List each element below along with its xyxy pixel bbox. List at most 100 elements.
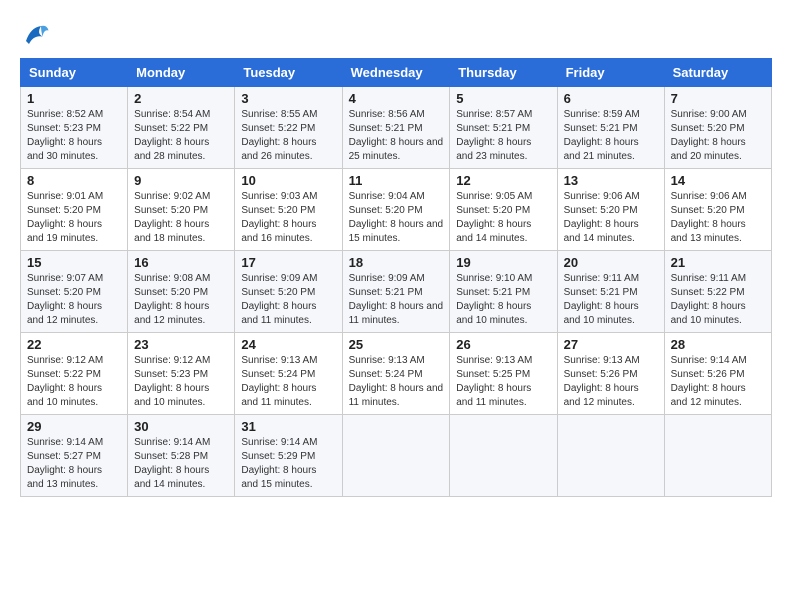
day-number: 18 bbox=[349, 255, 444, 270]
day-number: 8 bbox=[27, 173, 121, 188]
calendar-cell: 6 Sunrise: 8:59 AM Sunset: 5:21 PM Dayli… bbox=[557, 87, 664, 169]
day-info: Sunrise: 8:59 AM Sunset: 5:21 PM Dayligh… bbox=[564, 108, 658, 164]
calendar-cell bbox=[450, 415, 557, 497]
day-number: 31 bbox=[241, 419, 335, 434]
calendar-cell: 14 Sunrise: 9:06 AM Sunset: 5:20 PM Dayl… bbox=[664, 169, 771, 251]
day-number: 9 bbox=[134, 173, 228, 188]
calendar-cell bbox=[664, 415, 771, 497]
day-info: Sunrise: 9:14 AM Sunset: 5:29 PM Dayligh… bbox=[241, 436, 335, 492]
calendar-header-row: SundayMondayTuesdayWednesdayThursdayFrid… bbox=[21, 59, 772, 87]
day-number: 12 bbox=[456, 173, 550, 188]
day-info: Sunrise: 8:56 AM Sunset: 5:21 PM Dayligh… bbox=[349, 108, 444, 164]
day-number: 17 bbox=[241, 255, 335, 270]
calendar-header-wednesday: Wednesday bbox=[342, 59, 450, 87]
day-number: 6 bbox=[564, 91, 658, 106]
day-info: Sunrise: 9:13 AM Sunset: 5:25 PM Dayligh… bbox=[456, 354, 550, 410]
day-number: 14 bbox=[671, 173, 765, 188]
calendar-cell: 4 Sunrise: 8:56 AM Sunset: 5:21 PM Dayli… bbox=[342, 87, 450, 169]
day-info: Sunrise: 9:03 AM Sunset: 5:20 PM Dayligh… bbox=[241, 190, 335, 246]
day-number: 19 bbox=[456, 255, 550, 270]
day-info: Sunrise: 9:04 AM Sunset: 5:20 PM Dayligh… bbox=[349, 190, 444, 246]
day-info: Sunrise: 9:13 AM Sunset: 5:24 PM Dayligh… bbox=[349, 354, 444, 410]
day-number: 2 bbox=[134, 91, 228, 106]
calendar-header-thursday: Thursday bbox=[450, 59, 557, 87]
day-number: 20 bbox=[564, 255, 658, 270]
calendar-cell: 31 Sunrise: 9:14 AM Sunset: 5:29 PM Dayl… bbox=[235, 415, 342, 497]
day-info: Sunrise: 9:08 AM Sunset: 5:20 PM Dayligh… bbox=[134, 272, 228, 328]
calendar-cell: 18 Sunrise: 9:09 AM Sunset: 5:21 PM Dayl… bbox=[342, 251, 450, 333]
calendar-cell: 26 Sunrise: 9:13 AM Sunset: 5:25 PM Dayl… bbox=[450, 333, 557, 415]
calendar-week-row: 22 Sunrise: 9:12 AM Sunset: 5:22 PM Dayl… bbox=[21, 333, 772, 415]
calendar-cell: 29 Sunrise: 9:14 AM Sunset: 5:27 PM Dayl… bbox=[21, 415, 128, 497]
day-info: Sunrise: 9:14 AM Sunset: 5:27 PM Dayligh… bbox=[27, 436, 121, 492]
day-number: 4 bbox=[349, 91, 444, 106]
day-info: Sunrise: 9:12 AM Sunset: 5:23 PM Dayligh… bbox=[134, 354, 228, 410]
calendar-header-tuesday: Tuesday bbox=[235, 59, 342, 87]
day-info: Sunrise: 9:12 AM Sunset: 5:22 PM Dayligh… bbox=[27, 354, 121, 410]
logo bbox=[20, 20, 54, 50]
day-info: Sunrise: 9:02 AM Sunset: 5:20 PM Dayligh… bbox=[134, 190, 228, 246]
calendar-cell: 1 Sunrise: 8:52 AM Sunset: 5:23 PM Dayli… bbox=[21, 87, 128, 169]
calendar-header-sunday: Sunday bbox=[21, 59, 128, 87]
calendar-cell bbox=[342, 415, 450, 497]
day-number: 16 bbox=[134, 255, 228, 270]
calendar-cell: 11 Sunrise: 9:04 AM Sunset: 5:20 PM Dayl… bbox=[342, 169, 450, 251]
day-number: 27 bbox=[564, 337, 658, 352]
calendar-cell: 12 Sunrise: 9:05 AM Sunset: 5:20 PM Dayl… bbox=[450, 169, 557, 251]
day-number: 15 bbox=[27, 255, 121, 270]
calendar-header-friday: Friday bbox=[557, 59, 664, 87]
logo-bird-icon bbox=[20, 20, 50, 50]
day-info: Sunrise: 9:05 AM Sunset: 5:20 PM Dayligh… bbox=[456, 190, 550, 246]
calendar-week-row: 8 Sunrise: 9:01 AM Sunset: 5:20 PM Dayli… bbox=[21, 169, 772, 251]
calendar-cell: 7 Sunrise: 9:00 AM Sunset: 5:20 PM Dayli… bbox=[664, 87, 771, 169]
day-number: 30 bbox=[134, 419, 228, 434]
day-number: 23 bbox=[134, 337, 228, 352]
day-number: 21 bbox=[671, 255, 765, 270]
day-number: 13 bbox=[564, 173, 658, 188]
calendar-header-monday: Monday bbox=[128, 59, 235, 87]
calendar-header-saturday: Saturday bbox=[664, 59, 771, 87]
calendar-cell: 2 Sunrise: 8:54 AM Sunset: 5:22 PM Dayli… bbox=[128, 87, 235, 169]
day-info: Sunrise: 9:13 AM Sunset: 5:26 PM Dayligh… bbox=[564, 354, 658, 410]
day-info: Sunrise: 9:10 AM Sunset: 5:21 PM Dayligh… bbox=[456, 272, 550, 328]
calendar-cell: 22 Sunrise: 9:12 AM Sunset: 5:22 PM Dayl… bbox=[21, 333, 128, 415]
calendar-cell: 13 Sunrise: 9:06 AM Sunset: 5:20 PM Dayl… bbox=[557, 169, 664, 251]
day-info: Sunrise: 9:09 AM Sunset: 5:20 PM Dayligh… bbox=[241, 272, 335, 328]
calendar-cell: 3 Sunrise: 8:55 AM Sunset: 5:22 PM Dayli… bbox=[235, 87, 342, 169]
day-number: 10 bbox=[241, 173, 335, 188]
day-info: Sunrise: 9:07 AM Sunset: 5:20 PM Dayligh… bbox=[27, 272, 121, 328]
day-info: Sunrise: 8:55 AM Sunset: 5:22 PM Dayligh… bbox=[241, 108, 335, 164]
day-number: 11 bbox=[349, 173, 444, 188]
calendar-week-row: 29 Sunrise: 9:14 AM Sunset: 5:27 PM Dayl… bbox=[21, 415, 772, 497]
day-number: 25 bbox=[349, 337, 444, 352]
day-number: 24 bbox=[241, 337, 335, 352]
day-number: 28 bbox=[671, 337, 765, 352]
day-info: Sunrise: 9:00 AM Sunset: 5:20 PM Dayligh… bbox=[671, 108, 765, 164]
day-number: 29 bbox=[27, 419, 121, 434]
day-number: 7 bbox=[671, 91, 765, 106]
day-info: Sunrise: 8:54 AM Sunset: 5:22 PM Dayligh… bbox=[134, 108, 228, 164]
day-number: 5 bbox=[456, 91, 550, 106]
calendar-cell: 17 Sunrise: 9:09 AM Sunset: 5:20 PM Dayl… bbox=[235, 251, 342, 333]
day-info: Sunrise: 9:06 AM Sunset: 5:20 PM Dayligh… bbox=[564, 190, 658, 246]
day-number: 22 bbox=[27, 337, 121, 352]
day-info: Sunrise: 9:13 AM Sunset: 5:24 PM Dayligh… bbox=[241, 354, 335, 410]
calendar-table: SundayMondayTuesdayWednesdayThursdayFrid… bbox=[20, 58, 772, 497]
calendar-cell: 28 Sunrise: 9:14 AM Sunset: 5:26 PM Dayl… bbox=[664, 333, 771, 415]
day-info: Sunrise: 8:52 AM Sunset: 5:23 PM Dayligh… bbox=[27, 108, 121, 164]
calendar-week-row: 1 Sunrise: 8:52 AM Sunset: 5:23 PM Dayli… bbox=[21, 87, 772, 169]
day-info: Sunrise: 9:09 AM Sunset: 5:21 PM Dayligh… bbox=[349, 272, 444, 328]
calendar-cell: 9 Sunrise: 9:02 AM Sunset: 5:20 PM Dayli… bbox=[128, 169, 235, 251]
calendar-cell: 20 Sunrise: 9:11 AM Sunset: 5:21 PM Dayl… bbox=[557, 251, 664, 333]
day-info: Sunrise: 9:11 AM Sunset: 5:21 PM Dayligh… bbox=[564, 272, 658, 328]
calendar-week-row: 15 Sunrise: 9:07 AM Sunset: 5:20 PM Dayl… bbox=[21, 251, 772, 333]
day-info: Sunrise: 9:14 AM Sunset: 5:28 PM Dayligh… bbox=[134, 436, 228, 492]
day-info: Sunrise: 9:11 AM Sunset: 5:22 PM Dayligh… bbox=[671, 272, 765, 328]
calendar-cell: 10 Sunrise: 9:03 AM Sunset: 5:20 PM Dayl… bbox=[235, 169, 342, 251]
day-number: 1 bbox=[27, 91, 121, 106]
calendar-cell bbox=[557, 415, 664, 497]
calendar-cell: 23 Sunrise: 9:12 AM Sunset: 5:23 PM Dayl… bbox=[128, 333, 235, 415]
calendar-cell: 24 Sunrise: 9:13 AM Sunset: 5:24 PM Dayl… bbox=[235, 333, 342, 415]
day-number: 3 bbox=[241, 91, 335, 106]
calendar-cell: 16 Sunrise: 9:08 AM Sunset: 5:20 PM Dayl… bbox=[128, 251, 235, 333]
